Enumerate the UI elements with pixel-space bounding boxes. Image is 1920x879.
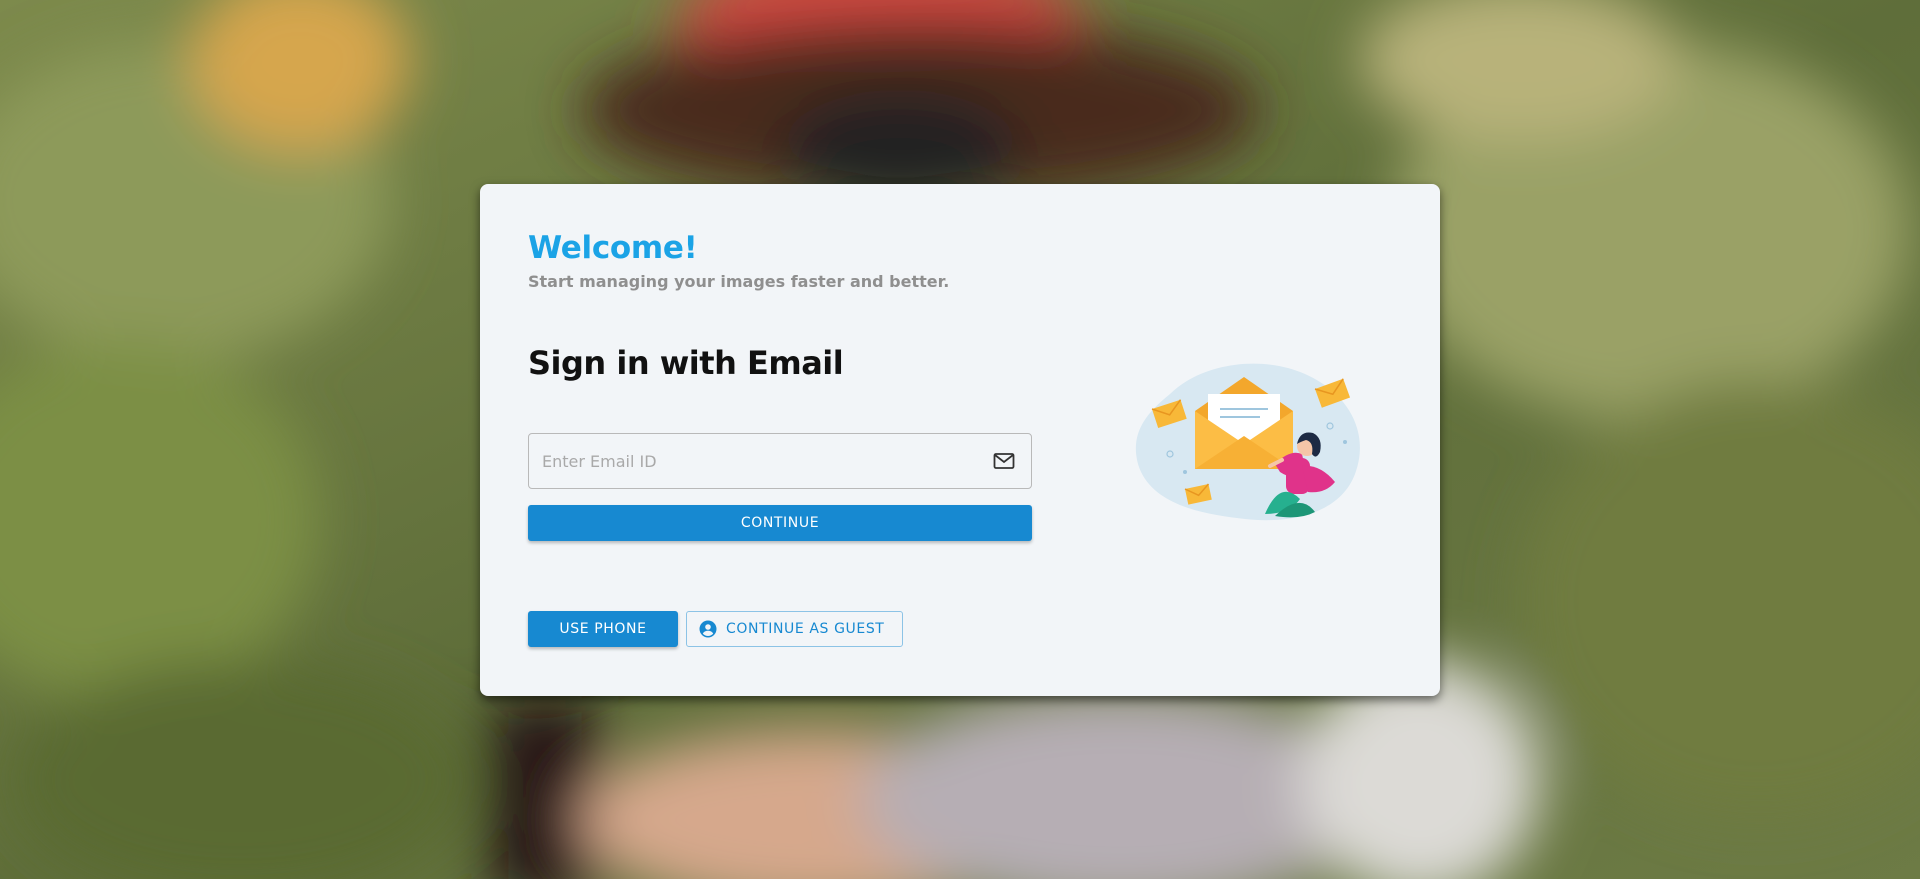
continue-button[interactable]: CONTINUE <box>528 505 1032 541</box>
welcome-subtitle: Start managing your images faster and be… <box>528 272 950 291</box>
email-input[interactable] <box>529 434 982 488</box>
use-phone-button[interactable]: USE PHONE <box>528 611 678 647</box>
mail-icon <box>993 453 1015 469</box>
account-circle-icon <box>699 620 717 638</box>
welcome-title: Welcome! <box>528 230 698 266</box>
continue-as-guest-button[interactable]: CONTINUE AS GUEST <box>686 611 903 647</box>
continue-as-guest-label: CONTINUE AS GUEST <box>726 621 885 637</box>
email-field <box>528 433 1032 489</box>
email-illustration <box>1135 363 1360 521</box>
sign-in-heading: Sign in with Email <box>528 344 844 382</box>
sign-in-card: Welcome! Start managing your images fast… <box>480 184 1440 696</box>
